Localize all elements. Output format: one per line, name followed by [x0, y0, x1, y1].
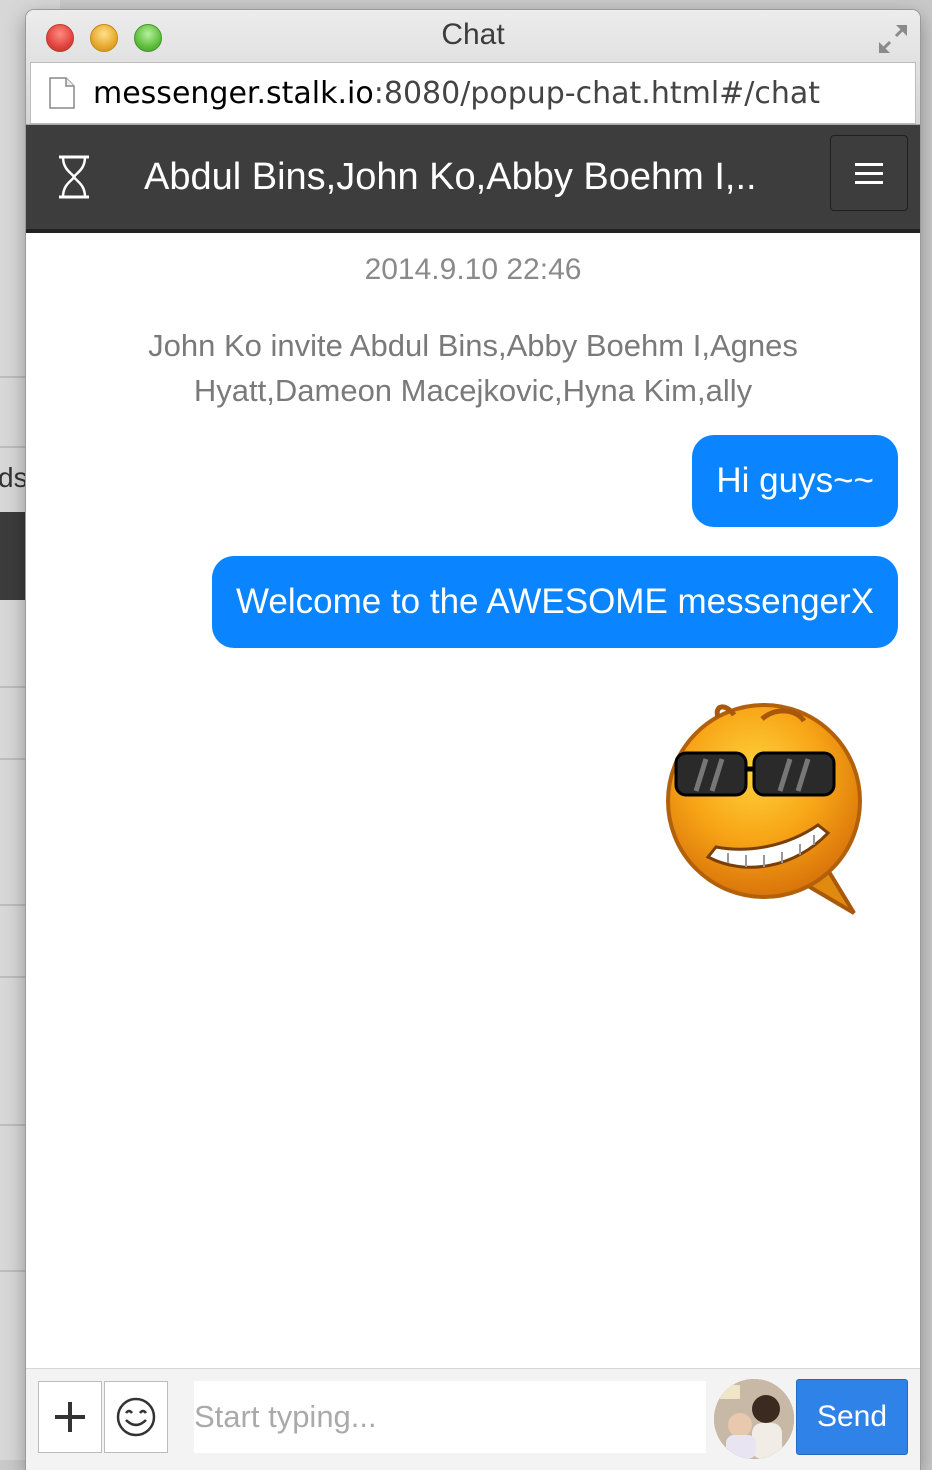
- send-button[interactable]: Send: [796, 1379, 908, 1455]
- chat-room-title: Abdul Bins,John Ko,Abby Boehm I,...: [144, 155, 756, 198]
- url-path: :8080/popup-chat.html#/chat: [373, 75, 821, 111]
- message-bubble[interactable]: Hi guys~~: [692, 435, 898, 527]
- menu-bar: [855, 180, 883, 184]
- system-message: John Ko invite Abdul Bins,Abby Boehm I,A…: [148, 328, 798, 408]
- message-list[interactable]: 2014.9.10 22:46 John Ko invite Abdul Bin…: [26, 233, 920, 1353]
- hourglass-icon[interactable]: [56, 154, 92, 200]
- fullscreen-icon[interactable]: [876, 22, 910, 56]
- avatar-photo: [714, 1379, 794, 1459]
- sunglasses-grin-emoticon[interactable]: [666, 697, 874, 919]
- smiley-icon: [116, 1397, 156, 1437]
- user-avatar[interactable]: [714, 1379, 794, 1459]
- address-bar[interactable]: messenger.stalk.io:8080/popup-chat.html#…: [30, 62, 916, 124]
- menu-bar: [855, 171, 883, 175]
- date-stamp: 2014.9.10 22:46: [364, 253, 582, 286]
- message-input-bar: Send: [26, 1368, 920, 1470]
- window-title: Chat: [441, 18, 505, 51]
- add-attachment-button[interactable]: [38, 1381, 102, 1453]
- background-partial-text: ds: [0, 462, 28, 493]
- url-host: messenger.stalk.io: [93, 75, 374, 111]
- chat-navbar: Abdul Bins,John Ko,Abby Boehm I,...: [26, 125, 920, 233]
- message-bubble[interactable]: Welcome to the AWESOME messengerX: [211, 556, 898, 648]
- page-icon: [49, 77, 75, 109]
- emoticon-button[interactable]: [104, 1381, 168, 1453]
- hamburger-menu-button[interactable]: [830, 135, 908, 211]
- url-text: messenger.stalk.io:8080/popup-chat.html#…: [93, 76, 820, 111]
- plus-icon: [55, 1402, 85, 1432]
- chat-window: Chat messenger.stalk.io:8080/popup-chat.…: [26, 10, 920, 1470]
- menu-bar: [855, 162, 883, 166]
- window-titlebar: Chat messenger.stalk.io:8080/popup-chat.…: [26, 10, 920, 125]
- message-input[interactable]: [194, 1381, 706, 1453]
